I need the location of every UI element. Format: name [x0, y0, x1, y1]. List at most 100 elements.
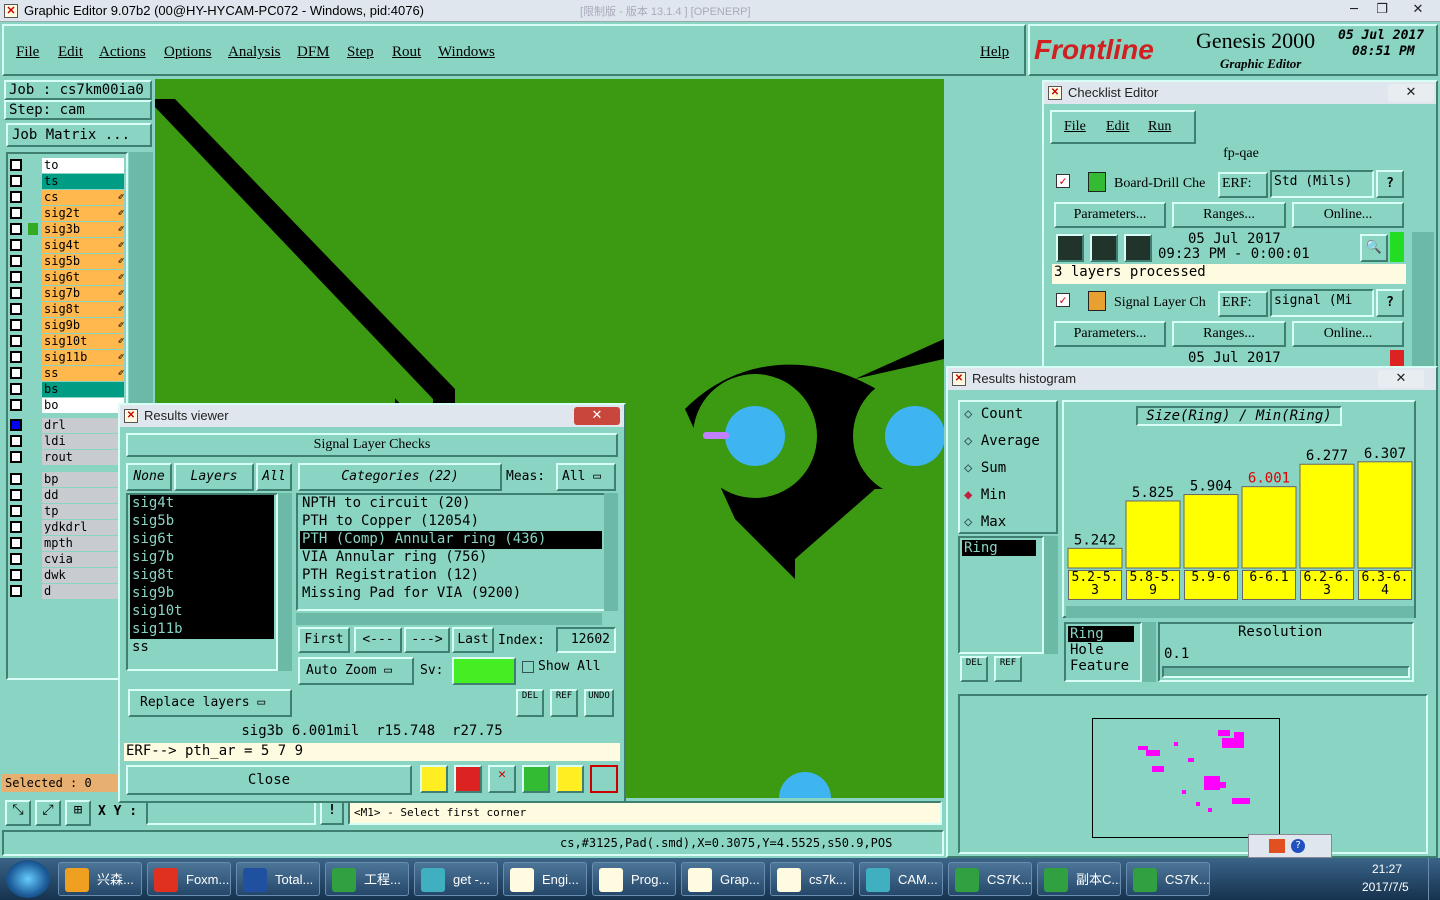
minimize-button[interactable]: ─ [1340, 0, 1368, 20]
layer-row-mpth[interactable]: mpth [10, 536, 124, 551]
layer-checkbox-icon[interactable] [10, 419, 22, 431]
rv-all-button[interactable]: All [256, 463, 292, 491]
rv-layers-button[interactable]: Layers [174, 463, 254, 491]
rv-layer-item[interactable]: sig9b [130, 585, 274, 603]
rv-auto-zoom-select[interactable]: Auto Zoom ▭ [298, 657, 414, 685]
rv-close-button[interactable]: Close [126, 765, 412, 795]
histogram-field-scroll[interactable] [1044, 536, 1058, 654]
rv-sv-select[interactable] [452, 657, 516, 685]
rv-show-all-checkbox[interactable] [522, 661, 534, 673]
layer-row-bo[interactable]: bo [10, 398, 124, 413]
results-viewer-close-icon[interactable]: ✕ [574, 407, 620, 425]
layer-name[interactable]: bs [42, 382, 124, 397]
layer-checkbox-icon[interactable] [10, 287, 22, 299]
layer-name[interactable]: d [42, 584, 124, 599]
histogram-del-button[interactable]: DEL [960, 656, 988, 682]
action1-run-sel-icon[interactable] [1090, 234, 1118, 262]
histogram-size-scroll[interactable] [1142, 622, 1156, 682]
action1-zoom-icon[interactable]: 🔍 [1360, 234, 1388, 262]
checklist-menu-run[interactable]: Run [1148, 119, 1171, 135]
rv-layer-item[interactable]: sig10t [130, 603, 274, 621]
action2-ranges-button[interactable]: Ranges... [1172, 321, 1286, 347]
rv-category-item[interactable]: NPTH to circuit (20) [300, 495, 602, 513]
layer-checkbox-icon[interactable] [10, 207, 22, 219]
layer-row-bs[interactable]: bs [10, 382, 124, 397]
rv-category-scroll[interactable] [604, 493, 618, 611]
rv-layer-item[interactable]: sig7b [130, 549, 274, 567]
action1-run-icon[interactable] [1056, 234, 1084, 262]
rv-index-field[interactable]: 12602 [556, 627, 616, 653]
menu-dfm[interactable]: DFM [297, 44, 330, 61]
histogram-bar[interactable] [1125, 500, 1181, 569]
rv-tool-3-icon[interactable]: ✕ [488, 765, 516, 793]
menu-file[interactable]: File [16, 44, 39, 61]
layer-name[interactable]: drl [42, 418, 124, 433]
show-desktop-button[interactable] [1428, 858, 1440, 900]
layer-checkbox-icon[interactable] [10, 489, 22, 501]
menu-help[interactable]: Help [980, 44, 1009, 61]
layer-checkbox-icon[interactable] [10, 537, 22, 549]
layer-checkbox-icon[interactable] [10, 191, 22, 203]
layer-checkbox-icon[interactable] [10, 521, 22, 533]
size-feature[interactable]: Feature [1068, 658, 1138, 674]
histogram-mode-count[interactable]: ◇ Count [964, 406, 1023, 422]
layer-row-ss[interactable]: ss ✐ [10, 366, 124, 381]
layer-name[interactable]: sig9b ✐ [42, 318, 124, 333]
layer-name[interactable]: ydkdrl [42, 520, 124, 535]
taskbar-item[interactable]: Prog... [592, 862, 676, 896]
histogram-mode-min[interactable]: ◆ Min [964, 487, 1006, 503]
menu-rout[interactable]: Rout [392, 44, 421, 61]
layer-row-sig10t[interactable]: sig10t ✐ [10, 334, 124, 349]
alert-icon[interactable]: ! [320, 801, 344, 825]
action2-parameters-button[interactable]: Parameters... [1054, 321, 1166, 347]
action2-erf[interactable]: ERF: [1218, 291, 1268, 317]
menu-windows[interactable]: Windows [438, 44, 495, 61]
taskbar-item[interactable]: Grap... [681, 862, 765, 896]
histogram-bar[interactable] [1183, 494, 1239, 569]
size-ring[interactable]: Ring [1068, 626, 1134, 642]
layer-checkbox-icon[interactable] [10, 351, 22, 363]
histogram-ref-button[interactable]: REF [994, 656, 1022, 682]
layer-row-cvia[interactable]: cvia [10, 552, 124, 567]
layer-checkbox-icon[interactable] [10, 175, 22, 187]
layer-checkbox-icon[interactable] [10, 303, 22, 315]
layer-name[interactable]: cvia [42, 552, 124, 567]
rv-meas-select[interactable]: All ▭ [556, 463, 616, 491]
layer-row-sig3b[interactable]: sig3b ✐ [10, 222, 124, 237]
layer-row-ts[interactable]: ts [10, 174, 124, 189]
tool-icon-1[interactable]: ⤡ [5, 800, 31, 826]
taskbar-item[interactable]: 工程... [325, 862, 409, 896]
layer-checkbox-icon[interactable] [10, 255, 22, 267]
action2-online-button[interactable]: Online... [1292, 321, 1404, 347]
close-window-button[interactable]: ✕ [1398, 0, 1438, 20]
layer-checkbox-icon[interactable] [10, 399, 22, 411]
layer-name[interactable]: rout [42, 450, 124, 465]
menu-actions[interactable]: Actions [99, 44, 146, 61]
layer-row-d[interactable]: d [10, 584, 124, 599]
rv-histogram-icon[interactable] [590, 765, 618, 793]
rv-none-button[interactable]: None [126, 463, 172, 491]
rv-layer-item[interactable]: sig5b [130, 513, 274, 531]
rv-tool-1-icon[interactable] [420, 765, 448, 793]
taskbar-item[interactable]: Engi... [503, 862, 587, 896]
taskbar-item[interactable]: CAM... [859, 862, 943, 896]
taskbar-item[interactable]: CS7K... [1126, 862, 1210, 896]
layer-name[interactable]: sig6t ✐ [42, 270, 124, 285]
layer-checkbox-icon[interactable] [10, 383, 22, 395]
coords-field[interactable] [146, 801, 316, 825]
layer-checkbox-icon[interactable] [10, 553, 22, 565]
layer-checkbox-icon[interactable] [10, 319, 22, 331]
action2-help-button[interactable]: ? [1376, 289, 1404, 317]
action1-ranges-button[interactable]: Ranges... [1172, 202, 1286, 228]
action2-param[interactable]: signal (Mi [1270, 289, 1374, 317]
layer-row-sig11b[interactable]: sig11b ✐ [10, 350, 124, 365]
rv-category-item[interactable]: Missing Pad for VIA (9200) [300, 585, 602, 603]
maximize-button[interactable]: ❐ [1368, 0, 1396, 20]
layer-name[interactable]: cs ✐ [42, 190, 124, 205]
layer-checkbox-icon[interactable] [10, 435, 22, 447]
rv-category-list[interactable]: NPTH to circuit (20) PTH to Copper (12054… [296, 493, 606, 611]
rv-layer-item[interactable]: ss [130, 639, 274, 657]
layer-checkbox-icon[interactable] [10, 569, 22, 581]
layer-name[interactable]: dd [42, 488, 124, 503]
rv-tool-2-icon[interactable] [454, 765, 482, 793]
